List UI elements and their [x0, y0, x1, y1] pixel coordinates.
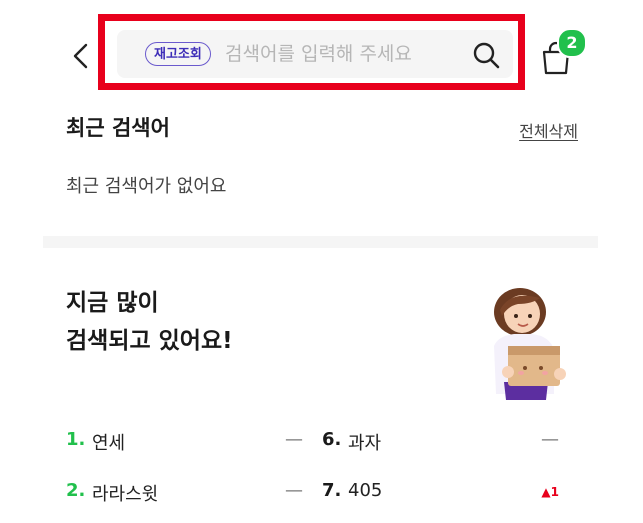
trending-title-line1: 지금 많이 [66, 290, 159, 316]
trending-keyword: 연세 [92, 433, 126, 454]
stock-check-badge[interactable]: 재고조회 [145, 42, 211, 66]
trending-keyword: 과자 [348, 433, 382, 454]
chevron-left-icon [73, 43, 88, 69]
rank-change-indicator: — [285, 429, 303, 450]
trending-rank: 7. [322, 480, 342, 501]
section-divider [43, 236, 598, 248]
mascot-illustration [494, 288, 566, 400]
recent-empty-message: 최근 검색어가 없어요 [66, 176, 227, 197]
search-input[interactable] [225, 38, 455, 70]
rank-change-indicator: ▲1 [541, 485, 559, 499]
trending-rank: 6. [322, 429, 342, 450]
trending-keyword: 라라스윗 [92, 484, 159, 505]
trending-keyword: 405 [348, 480, 383, 501]
trending-column-left: 1. 연세 — 2. 라라스윗 — [66, 421, 303, 523]
recent-searches-title: 최근 검색어 [66, 116, 170, 140]
back-button[interactable] [66, 40, 98, 72]
header: 재고조회 2 [0, 0, 643, 100]
trending-item[interactable]: 7. 405 ▲1 [322, 472, 559, 523]
trending-rank: 2. [66, 480, 86, 501]
trending-column-right: 6. 과자 — 7. 405 ▲1 [322, 421, 559, 523]
trending-title-line2: 검색되고 있어요! [66, 328, 233, 354]
trending-item[interactable]: 1. 연세 — [66, 421, 303, 472]
rank-change-indicator: — [541, 429, 559, 450]
trending-item[interactable]: 2. 라라스윗 — [66, 472, 303, 523]
search-bar[interactable]: 재고조회 [117, 30, 513, 78]
cart-button[interactable]: 2 [535, 28, 591, 78]
trending-title: 지금 많이 검색되고 있어요! [66, 284, 233, 360]
trending-rank: 1. [66, 429, 86, 450]
delete-all-button[interactable]: 전체삭제 [519, 118, 578, 142]
cart-count-badge: 2 [557, 28, 587, 58]
rank-change-indicator: — [285, 480, 303, 501]
search-icon[interactable] [471, 40, 501, 70]
trending-item[interactable]: 6. 과자 — [322, 421, 559, 472]
